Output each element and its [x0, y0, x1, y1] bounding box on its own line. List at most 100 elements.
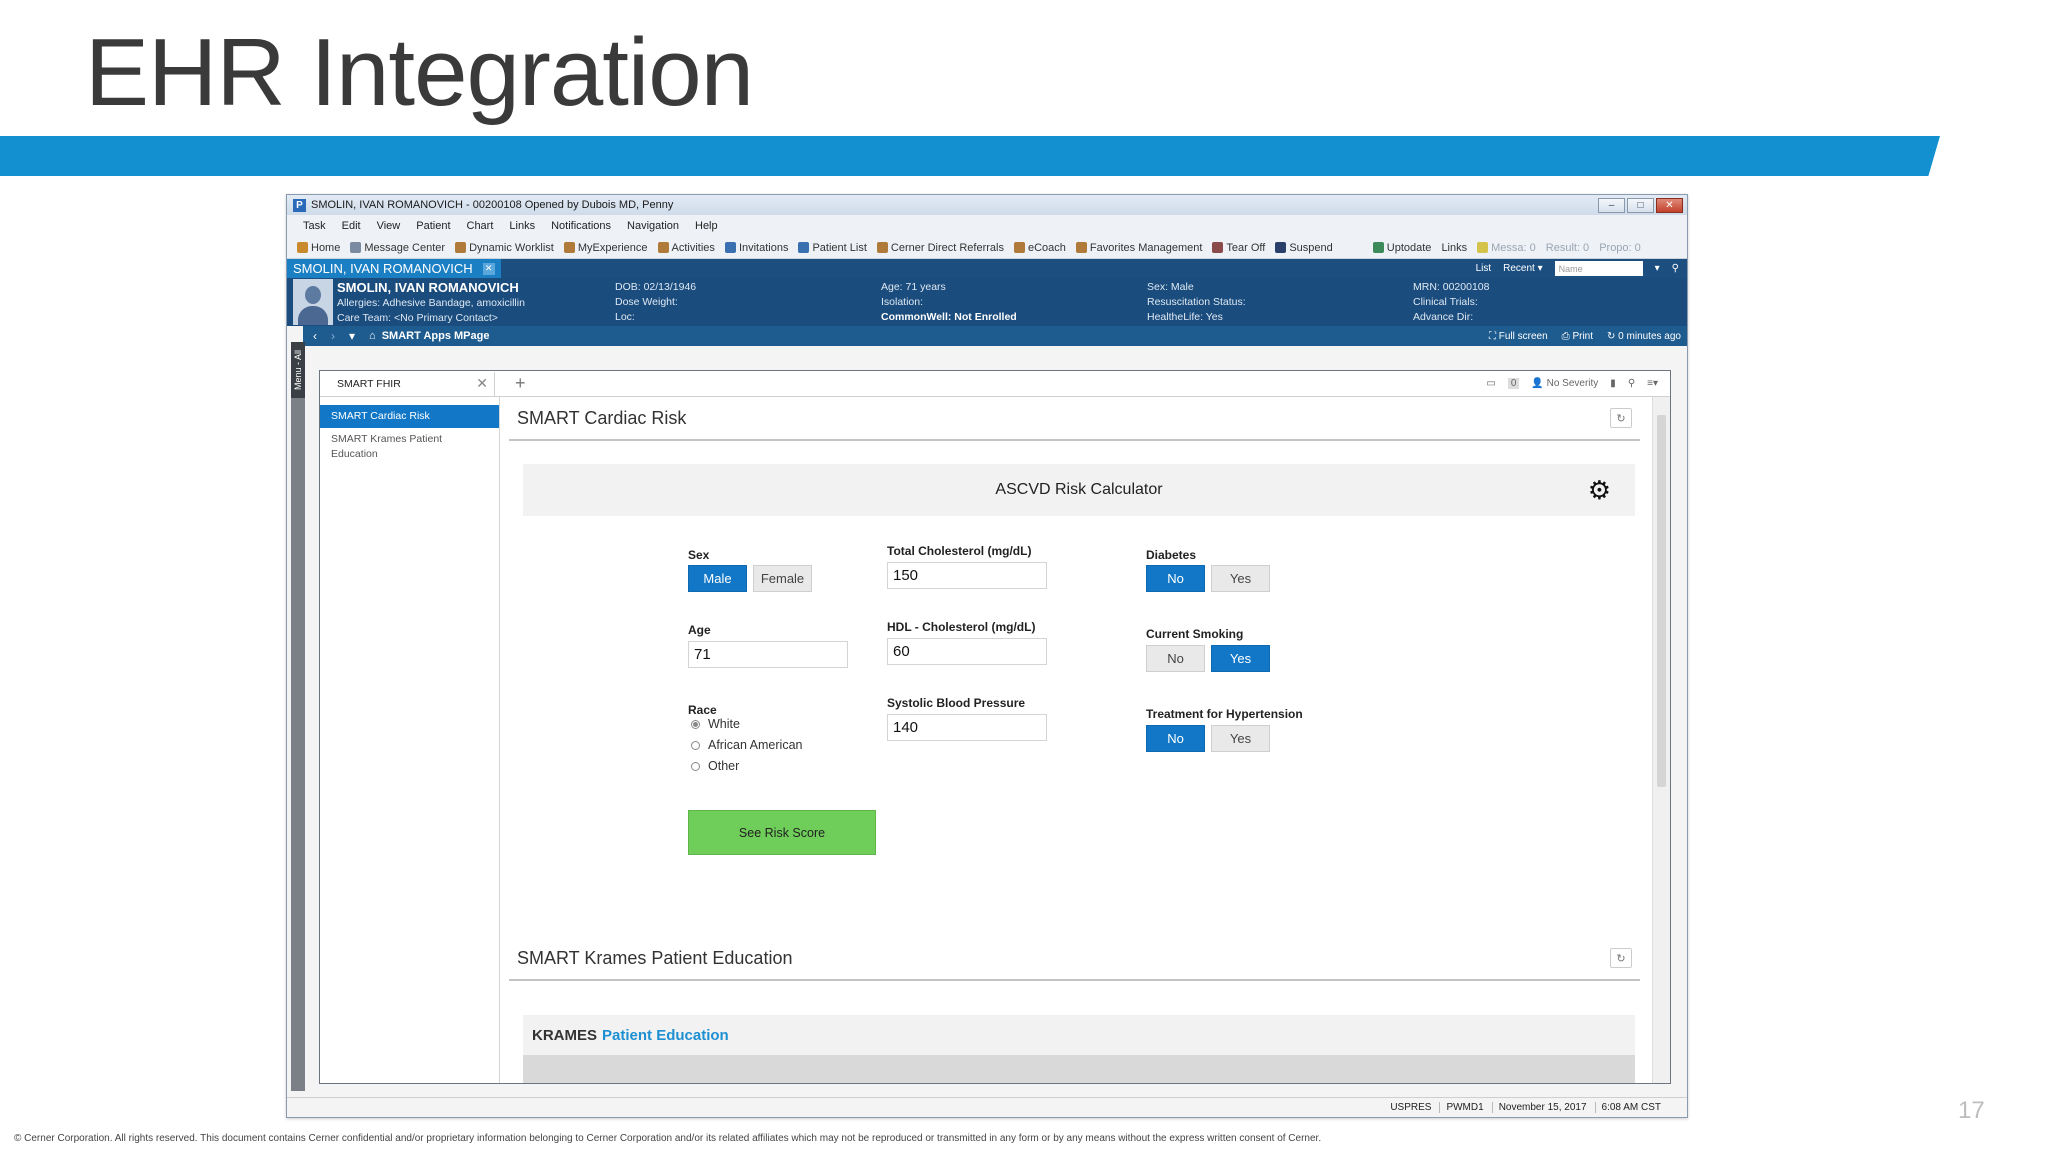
- dob: DOB: 02/13/1946: [615, 281, 697, 293]
- total-cholesterol-label: Total Cholesterol (mg/dL): [887, 544, 1032, 558]
- toolbar-messages-count[interactable]: Messa: 0: [1477, 242, 1536, 254]
- toolbar-myexperience[interactable]: MyExperience: [563, 242, 648, 254]
- menu-edit[interactable]: Edit: [342, 220, 361, 232]
- hdl-cholesterol-label: HDL - Cholesterol (mg/dL): [887, 620, 1036, 634]
- tab-smart-fhir[interactable]: SMART FHIR ✕: [320, 371, 495, 396]
- menu-task[interactable]: Task: [303, 220, 326, 232]
- maximize-button[interactable]: □: [1627, 197, 1654, 213]
- toolbar-invitations[interactable]: Invitations: [724, 241, 789, 254]
- book-icon[interactable]: ▮: [1610, 378, 1616, 389]
- smoking-yes-button[interactable]: Yes: [1211, 645, 1270, 672]
- ecoach-icon: [1013, 242, 1025, 253]
- close-icon[interactable]: ✕: [476, 375, 488, 392]
- toolbar-suspend[interactable]: Suspend: [1275, 242, 1333, 254]
- slide-title: EHR Integration: [85, 19, 754, 126]
- menu-help[interactable]: Help: [695, 220, 718, 232]
- menu-strip: [291, 398, 305, 1091]
- recent-button[interactable]: Recent ▾: [1503, 263, 1543, 274]
- radio-icon: [691, 740, 700, 750]
- refresh-icon[interactable]: ↻: [1610, 408, 1632, 428]
- diabetes-yes-button[interactable]: Yes: [1211, 565, 1270, 592]
- diabetes-no-button[interactable]: No: [1146, 565, 1205, 592]
- search-icon[interactable]: ⚲: [1628, 378, 1635, 389]
- gear-icon[interactable]: ⚙: [1588, 477, 1611, 503]
- toolbar-proposals-count[interactable]: Propo: 0: [1599, 242, 1641, 254]
- toolbar-tear-off[interactable]: Tear Off: [1212, 242, 1265, 254]
- sidebar-item-cardiac-risk[interactable]: SMART Cardiac Risk: [320, 405, 499, 428]
- menu-chart[interactable]: Chart: [467, 220, 494, 232]
- search-icon[interactable]: ⚲: [1672, 263, 1679, 274]
- toolbar-favorites-management[interactable]: Favorites Management: [1075, 242, 1202, 254]
- toolbar-cerner-direct-referrals[interactable]: Cerner Direct Referrals: [876, 242, 1004, 254]
- status-time: 6:08 AM CST: [1594, 1102, 1661, 1113]
- hypertension-no-button[interactable]: No: [1146, 725, 1205, 752]
- inbox-icon[interactable]: ▭: [1486, 378, 1495, 389]
- print-button[interactable]: ⎙ Print: [1562, 331, 1593, 342]
- chevron-down-icon[interactable]: ▾: [1655, 263, 1660, 274]
- close-tab-icon[interactable]: ✕: [482, 262, 495, 275]
- toolbar-links[interactable]: Links: [1441, 242, 1467, 254]
- vertical-scrollbar[interactable]: [1652, 397, 1670, 1083]
- see-risk-score-button[interactable]: See Risk Score: [688, 810, 876, 855]
- race-option-white[interactable]: White: [691, 717, 740, 731]
- minimize-button[interactable]: –: [1598, 197, 1625, 213]
- list-button[interactable]: List: [1476, 263, 1492, 274]
- menu-patient[interactable]: Patient: [416, 220, 450, 232]
- toolbar-dynamic-worklist[interactable]: Dynamic Worklist: [455, 242, 554, 254]
- add-tab-icon[interactable]: +: [515, 373, 526, 394]
- mpage-content: SMART FHIR ✕ + ▭ 0 👤 No Severity ▮ ⚲ ≡▾ …: [319, 370, 1671, 1084]
- age-input[interactable]: 71: [688, 641, 848, 668]
- patient-tab[interactable]: SMOLIN, IVAN ROMANOVICH ✕: [287, 259, 501, 278]
- menu-links[interactable]: Links: [509, 220, 535, 232]
- hypertension-yes-button[interactable]: Yes: [1211, 725, 1270, 752]
- severity-filter[interactable]: 👤 No Severity: [1531, 378, 1598, 389]
- refresh-icon[interactable]: ↻: [1610, 948, 1632, 968]
- referrals-icon: [876, 242, 888, 253]
- race-option-african-american[interactable]: African American: [691, 738, 802, 752]
- menu-navigation[interactable]: Navigation: [627, 220, 679, 232]
- toolbar-label: eCoach: [1027, 241, 1066, 254]
- window-titlebar: P SMOLIN, IVAN ROMANOVICH - 00200108 Ope…: [287, 195, 1687, 215]
- menu-all-toggle[interactable]: Menu - All: [291, 342, 305, 398]
- mpage-title: ⌂ SMART Apps MPage: [369, 330, 489, 342]
- ehr-window: P SMOLIN, IVAN ROMANOVICH - 00200108 Ope…: [286, 194, 1688, 1118]
- toolbar-ecoach[interactable]: eCoach: [1013, 241, 1066, 254]
- toolbar-uptodate[interactable]: Uptodate: [1372, 242, 1431, 254]
- scrollbar-thumb[interactable]: [1657, 415, 1666, 787]
- race-option-other[interactable]: Other: [691, 759, 739, 773]
- diabetes-label: Diabetes: [1146, 548, 1197, 562]
- counter-label: Propo: 0: [1599, 241, 1641, 254]
- updated-label: 0 minutes ago: [1618, 330, 1681, 342]
- toolbar-results-count[interactable]: Result: 0: [1546, 242, 1589, 254]
- copyright-footer: © Cerner Corporation. All rights reserve…: [14, 1133, 1322, 1144]
- uptodate-icon: [1372, 242, 1384, 253]
- toolbar-activities[interactable]: Activities: [657, 242, 715, 254]
- forward-icon[interactable]: ›: [331, 329, 335, 343]
- history-dropdown-icon[interactable]: ▾: [349, 329, 355, 343]
- clinical-trials: Clinical Trials:: [1413, 296, 1478, 308]
- menu-view[interactable]: View: [377, 220, 401, 232]
- smoking-no-button[interactable]: No: [1146, 645, 1205, 672]
- patient-name-search-input[interactable]: Name: [1554, 261, 1643, 276]
- full-screen-button[interactable]: ⛶ Full screen: [1489, 331, 1548, 342]
- age-label: Age: [688, 623, 711, 637]
- slide-banner: [0, 136, 1940, 176]
- sex-male-button[interactable]: Male: [688, 565, 747, 592]
- counter-label: Messa: 0: [1491, 241, 1536, 254]
- sex-female-button[interactable]: Female: [753, 565, 812, 592]
- menu-icon[interactable]: ≡▾: [1647, 378, 1658, 389]
- hdl-cholesterol-input[interactable]: 60: [887, 638, 1047, 665]
- refresh-button[interactable]: ↻ 0 minutes ago: [1607, 331, 1681, 342]
- krames-brand: KRAMES: [532, 1026, 598, 1044]
- toolbar-home[interactable]: Home: [297, 242, 340, 254]
- home-icon[interactable]: ⌂: [369, 330, 376, 342]
- toolbar-patient-list[interactable]: Patient List: [798, 242, 867, 254]
- back-icon[interactable]: ‹: [313, 329, 317, 343]
- systolic-bp-input[interactable]: 140: [887, 714, 1047, 741]
- close-button[interactable]: ✕: [1656, 197, 1683, 213]
- sidebar-item-krames[interactable]: SMART Krames Patient Education: [320, 428, 499, 466]
- total-cholesterol-input[interactable]: 150: [887, 562, 1047, 589]
- toolbar-message-center[interactable]: Message Center: [350, 242, 445, 254]
- toolbar-label: Invitations: [738, 241, 789, 254]
- menu-notifications[interactable]: Notifications: [551, 220, 611, 232]
